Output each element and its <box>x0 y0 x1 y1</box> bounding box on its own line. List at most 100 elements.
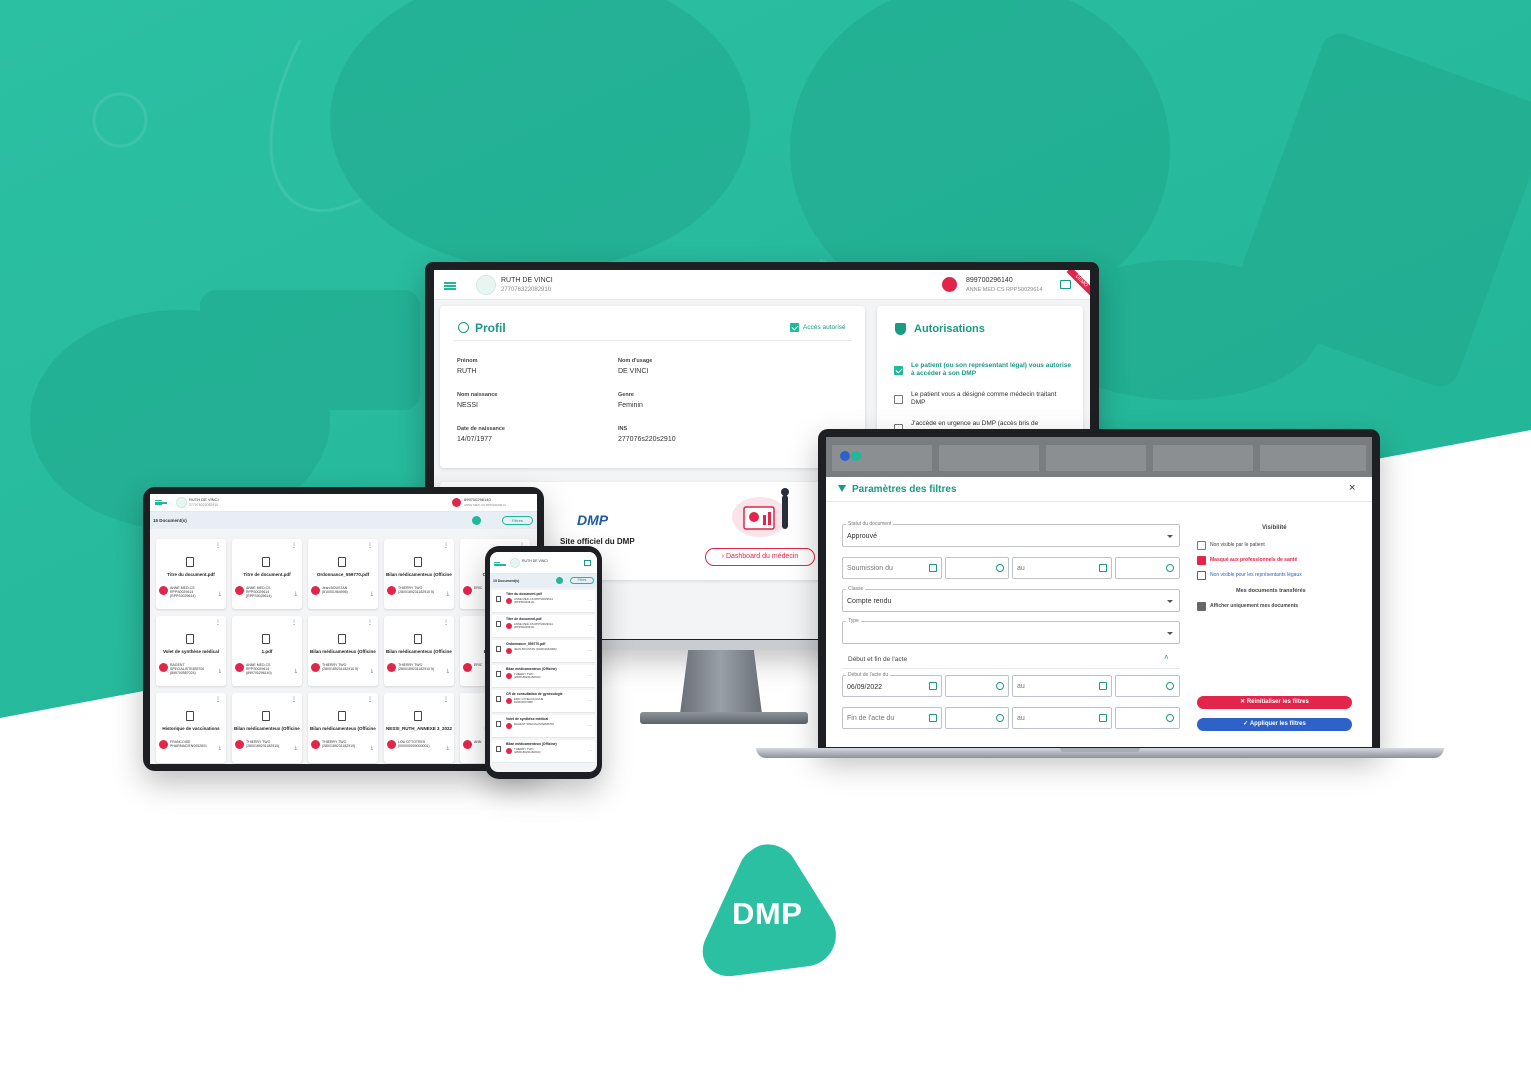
clock-icon[interactable] <box>1166 564 1174 572</box>
more-options-icon[interactable]: ⋮ <box>291 542 297 549</box>
more-options-icon[interactable]: ⋯ <box>588 623 592 628</box>
act-dates-section-header[interactable]: Début et fin de l'acte ˄ <box>842 649 1180 669</box>
list-item[interactable]: Titre de document.pdf ANNE MED-CS RPPS002… <box>492 615 595 638</box>
more-options-icon[interactable]: ⋮ <box>443 619 449 626</box>
act-end-to-time[interactable] <box>1115 707 1180 729</box>
more-options-icon[interactable]: ⋮ <box>367 542 373 549</box>
more-options-icon[interactable]: ⋯ <box>588 723 592 728</box>
practitioner-avatar-icon[interactable] <box>942 277 957 292</box>
act-start-to-date[interactable]: au <box>1012 675 1112 697</box>
folder-icon[interactable] <box>1060 280 1071 289</box>
more-options-icon[interactable]: ⋯ <box>588 598 592 603</box>
reset-filters-button[interactable]: ✕ Réinitialiser les filtres <box>1197 696 1352 709</box>
document-tile[interactable]: ⋮ NESSI_RUTH_ANNEXE 3_20220... LOU OTTOTRE… <box>384 693 454 763</box>
act-start-to-time[interactable] <box>1115 675 1180 697</box>
more-options-icon[interactable]: ⋮ <box>443 542 449 549</box>
act-end-to-date[interactable]: au <box>1012 707 1112 729</box>
close-icon[interactable]: × <box>1349 482 1355 494</box>
document-tile[interactable]: ⋮ Bilan médicamenteux (Officine) THIERRY T… <box>232 693 302 763</box>
filter-button[interactable]: Filtres <box>502 516 533 525</box>
download-icon[interactable]: ⤓ <box>371 668 373 674</box>
list-item[interactable]: CR de consultation de gynécologie ERIC GY… <box>492 690 595 713</box>
document-tile[interactable]: ⋮ Historique de vaccinations FRANCOISE PHA… <box>156 693 226 763</box>
download-icon[interactable]: ⤓ <box>447 668 449 674</box>
filter-button[interactable]: Filtres <box>570 577 594 584</box>
download-icon[interactable]: ⤓ <box>219 591 221 597</box>
visibility-checkbox-patient[interactable] <box>1197 541 1206 550</box>
list-item[interactable]: Volet de synthèse médical RAGENT SPECIALI… <box>492 715 595 738</box>
visibility-checkbox-professionals[interactable] <box>1197 556 1206 565</box>
document-tile[interactable]: ⋮ Ordonnance_559770.pdf Jean BOUSTAN (8100… <box>308 539 378 609</box>
type-select[interactable]: Type <box>842 618 1180 644</box>
download-icon[interactable]: ⤓ <box>295 745 297 751</box>
clock-icon[interactable] <box>1166 714 1174 722</box>
clock-icon[interactable] <box>996 714 1004 722</box>
class-select[interactable]: Classe Compte rendu <box>842 586 1180 612</box>
menu-icon[interactable] <box>155 500 167 505</box>
more-options-icon[interactable]: ⋮ <box>443 696 449 703</box>
document-tile[interactable]: ⋮ Bilan médicamenteux (Officine) THIERRY T… <box>308 616 378 686</box>
document-tile[interactable]: ⋮ Bilan médicamenteux (Officine) THIERRY T… <box>384 616 454 686</box>
more-options-icon[interactable]: ⋯ <box>588 748 592 753</box>
apply-filters-button[interactable]: ✓ Appliquer les filtres <box>1197 718 1352 731</box>
dashboard-button[interactable]: › Dashboard du médecin <box>705 548 815 566</box>
download-icon[interactable]: ⤓ <box>219 668 221 674</box>
status-select[interactable]: Statut du document Approuvé <box>842 521 1180 547</box>
act-start-time[interactable] <box>945 675 1009 697</box>
list-item[interactable]: Ordonnance_559770.pdf JEAN BOUSTAN (81000… <box>492 640 595 663</box>
document-tile[interactable]: ⋮ Bilan médicamenteux (Officine) THIERRY T… <box>308 693 378 763</box>
practitioner-avatar-icon[interactable] <box>452 498 461 507</box>
more-options-icon[interactable]: ⋮ <box>291 696 297 703</box>
more-options-icon[interactable]: ⋮ <box>215 696 221 703</box>
more-options-icon[interactable]: ⋮ <box>367 619 373 626</box>
clock-icon[interactable] <box>996 682 1004 690</box>
calendar-icon[interactable] <box>929 682 937 690</box>
more-options-icon[interactable]: ⋯ <box>588 648 592 653</box>
clock-icon[interactable] <box>1166 682 1174 690</box>
download-icon[interactable]: ⤓ <box>447 745 449 751</box>
menu-icon[interactable] <box>494 562 506 566</box>
download-icon[interactable]: ⤓ <box>371 591 373 597</box>
auth-checkbox-1[interactable] <box>894 366 903 375</box>
grid-view-icon[interactable] <box>472 516 481 525</box>
submission-to-time[interactable] <box>1115 557 1180 579</box>
list-item[interactable]: Bilan médicamenteux (Officine) THIERRY TW… <box>492 665 595 688</box>
calendar-icon[interactable] <box>1099 564 1107 572</box>
document-tile[interactable]: ⋮ Bilan médicamenteux (Officine) THIERRY T… <box>384 539 454 609</box>
folder-icon[interactable] <box>584 560 591 566</box>
download-icon[interactable]: ⤓ <box>295 591 297 597</box>
document-tile[interactable]: ⋮ Volet de synthèse médical RAGENT SPECIAL… <box>156 616 226 686</box>
more-options-icon[interactable]: ⋮ <box>215 619 221 626</box>
more-options-icon[interactable]: ⋮ <box>367 696 373 703</box>
document-icon <box>496 696 501 702</box>
download-icon[interactable]: ⤓ <box>295 668 297 674</box>
act-end-time[interactable] <box>945 707 1009 729</box>
calendar-icon[interactable] <box>929 714 937 722</box>
grid-view-icon[interactable] <box>556 577 563 584</box>
transferred-checkbox[interactable] <box>1197 602 1206 611</box>
submission-from-date[interactable]: Soumission du <box>842 557 942 579</box>
act-end-date[interactable]: Fin de l'acte du <box>842 707 942 729</box>
calendar-icon[interactable] <box>1099 714 1107 722</box>
download-icon[interactable]: ⤓ <box>219 745 221 751</box>
auth-checkbox-2[interactable] <box>894 395 903 404</box>
clock-icon[interactable] <box>996 564 1004 572</box>
act-start-date[interactable]: Début de l'acte du 06/09/2022 <box>842 672 942 697</box>
menu-icon[interactable] <box>444 282 456 290</box>
submission-to-date[interactable]: au <box>1012 557 1112 579</box>
submission-from-time[interactable] <box>945 557 1009 579</box>
download-icon[interactable]: ⤓ <box>371 745 373 751</box>
more-options-icon[interactable]: ⋯ <box>588 698 592 703</box>
more-options-icon[interactable]: ⋯ <box>588 673 592 678</box>
list-item[interactable]: Titre du document.pdf ANNE MED-CS RPPS002… <box>492 590 595 613</box>
more-options-icon[interactable]: ⋮ <box>215 542 221 549</box>
calendar-icon[interactable] <box>1099 682 1107 690</box>
document-tile[interactable]: ⋮ Titre de document.pdf ANNE MED-CS RPPS00… <box>232 539 302 609</box>
more-options-icon[interactable]: ⋮ <box>291 619 297 626</box>
list-item[interactable]: Bilan médicamenteux (Officine) THIERRY TW… <box>492 740 595 763</box>
document-tile[interactable]: ⋮ Titre du document.pdf ANNE MED-CS RPPS00… <box>156 539 226 609</box>
visibility-checkbox-representatives[interactable] <box>1197 571 1206 580</box>
calendar-icon[interactable] <box>929 564 937 572</box>
download-icon[interactable]: ⤓ <box>447 591 449 597</box>
document-tile[interactable]: ⋮ 1.pdf ANNE MED-CS RPPS0029614 (899700296… <box>232 616 302 686</box>
